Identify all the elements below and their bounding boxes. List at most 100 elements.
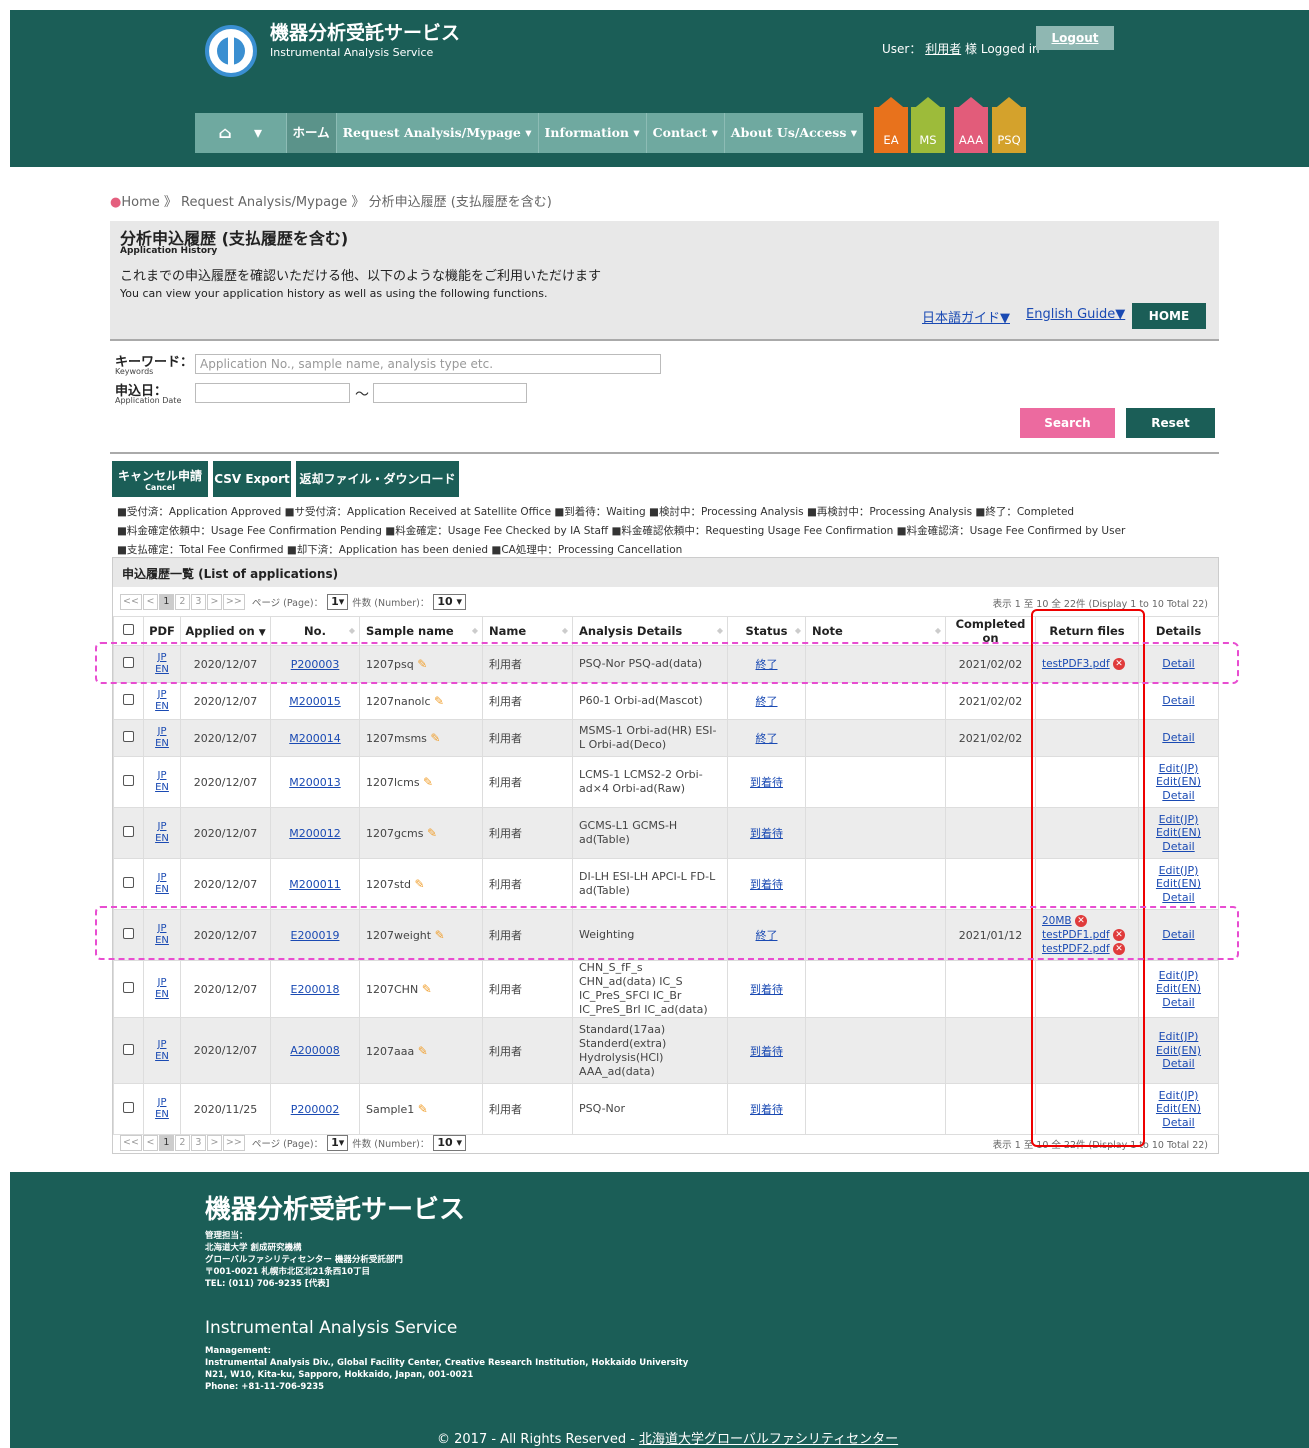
gfc-link[interactable]: 北海道大学グローバルファシリティセンター [639,1432,898,1447]
pager-prev[interactable]: < [142,594,158,610]
pdf-en-link[interactable]: EN [150,738,174,750]
logout-button[interactable]: Logout [1036,26,1114,50]
pdf-en-link[interactable]: EN [150,782,174,794]
tab-ms[interactable]: MS [911,97,945,153]
edit-link[interactable]: Edit(EN) [1145,877,1212,891]
row-checkbox[interactable] [113,1017,144,1084]
nav-item-request[interactable]: Request Analysis/Mypage ▾ [337,113,539,153]
edit-link[interactable]: Edit(EN) [1145,1044,1212,1058]
pager-page-1[interactable]: 1 [158,1135,174,1151]
status-link[interactable]: 終了 [756,695,778,708]
edit-link[interactable]: Edit(JP) [1145,1089,1212,1103]
edit-link[interactable]: Edit(JP) [1145,1030,1212,1044]
pdf-en-link[interactable]: EN [150,1109,174,1121]
row-checkbox[interactable] [113,1083,144,1135]
number-select[interactable]: 10 ▾ [433,1135,467,1151]
row-checkbox[interactable] [113,756,144,808]
edit-link[interactable]: Edit(EN) [1145,982,1212,996]
pager-page-3[interactable]: 3 [190,594,206,610]
detail-link[interactable]: Detail [1145,694,1212,708]
logo-icon[interactable] [205,25,257,77]
date-to-input[interactable] [373,383,527,403]
pager-next[interactable]: > [206,1135,222,1151]
pager-prev[interactable]: < [142,1135,158,1151]
nav-home-icon[interactable]: ⌂ ▾ [195,113,287,153]
pdf-en-link[interactable]: EN [150,833,174,845]
pager-last[interactable]: >> [222,1135,245,1151]
page-select[interactable]: 1▾ [327,1135,349,1151]
detail-link[interactable]: Detail [1145,996,1212,1010]
application-no-link[interactable]: M200013 [289,776,340,789]
detail-link[interactable]: Detail [1145,1116,1212,1130]
row-checkbox[interactable] [113,807,144,859]
row-checkbox[interactable] [113,960,144,1018]
number-select[interactable]: 10 ▾ [433,594,467,610]
nav-item-home[interactable]: ホーム [286,113,337,153]
edit-link[interactable]: Edit(JP) [1145,864,1212,878]
pdf-en-link[interactable]: EN [150,1051,174,1063]
detail-link[interactable]: Detail [1145,1057,1212,1071]
detail-link[interactable]: Detail [1145,891,1212,905]
pager-first[interactable]: << [120,594,142,610]
edit-link[interactable]: Edit(EN) [1145,1102,1212,1116]
csv-export-button[interactable]: CSV Export [213,461,291,497]
pdf-jp-link[interactable]: JP [150,977,174,989]
edit-link[interactable]: Edit(EN) [1145,826,1212,840]
pdf-jp-link[interactable]: JP [150,726,174,738]
nav-item-contact[interactable]: Contact ▾ [647,113,725,153]
pdf-en-link[interactable]: EN [150,989,174,1001]
application-no-link[interactable]: A200008 [290,1044,340,1057]
status-link[interactable]: 到着待 [750,1045,783,1058]
nav-item-about[interactable]: About Us/Access ▾ [725,113,863,153]
pager-page-2[interactable]: 2 [174,594,190,610]
pdf-jp-link[interactable]: JP [150,1097,174,1109]
cancel-request-button[interactable]: キャンセル申請 Cancel [112,461,208,497]
edit-link[interactable]: Edit(JP) [1145,762,1212,776]
application-no-link[interactable]: E200018 [291,983,340,996]
breadcrumb-request[interactable]: Request Analysis/Mypage [181,195,347,210]
tab-psq[interactable]: PSQ [992,97,1026,153]
pdf-jp-link[interactable]: JP [150,821,174,833]
keyword-input[interactable]: Application No., sample name, analysis t… [195,354,661,374]
application-no-link[interactable]: M200011 [289,878,340,891]
row-checkbox[interactable] [113,719,144,757]
row-checkbox[interactable] [113,858,144,910]
application-no-link[interactable]: P200002 [291,1103,340,1116]
edit-pencil-icon[interactable]: ✎ [430,731,440,745]
edit-pencil-icon[interactable]: ✎ [423,775,433,789]
application-no-link[interactable]: M200015 [289,695,340,708]
edit-pencil-icon[interactable]: ✎ [427,826,437,840]
detail-link[interactable]: Detail [1145,840,1212,854]
pdf-jp-link[interactable]: JP [150,689,174,701]
detail-link[interactable]: Detail [1145,789,1212,803]
tab-ea[interactable]: EA [874,97,908,153]
pdf-jp-link[interactable]: JP [150,1039,174,1051]
tab-aaa[interactable]: AAA [954,97,988,153]
nav-item-information[interactable]: Information ▾ [539,113,647,153]
edit-link[interactable]: Edit(JP) [1145,969,1212,983]
pdf-en-link[interactable]: EN [150,701,174,713]
application-no-link[interactable]: M200012 [289,827,340,840]
edit-pencil-icon[interactable]: ✎ [418,1102,428,1116]
page-select[interactable]: 1▾ [327,594,349,610]
site-title[interactable]: 機器分析受託サービス [270,18,460,45]
edit-pencil-icon[interactable]: ✎ [434,694,444,708]
edit-link[interactable]: Edit(JP) [1145,813,1212,827]
edit-pencil-icon[interactable]: ✎ [418,1044,428,1058]
edit-pencil-icon[interactable]: ✎ [422,982,432,996]
reset-button[interactable]: Reset [1126,408,1215,438]
home-button[interactable]: HOME [1132,303,1206,329]
pager-first[interactable]: << [120,1135,142,1151]
pdf-jp-link[interactable]: JP [150,872,174,884]
edit-pencil-icon[interactable]: ✎ [415,877,425,891]
detail-link[interactable]: Detail [1145,731,1212,745]
application-no-link[interactable]: M200014 [289,732,340,745]
pager-page-2[interactable]: 2 [174,1135,190,1151]
status-link[interactable]: 到着待 [750,776,783,789]
user-name-link[interactable]: 利用者 [925,42,961,56]
breadcrumb-home[interactable]: Home [121,195,159,210]
status-link[interactable]: 到着待 [750,1103,783,1116]
status-link[interactable]: 終了 [756,732,778,745]
pager-last[interactable]: >> [222,594,245,610]
search-button[interactable]: Search [1020,408,1115,438]
